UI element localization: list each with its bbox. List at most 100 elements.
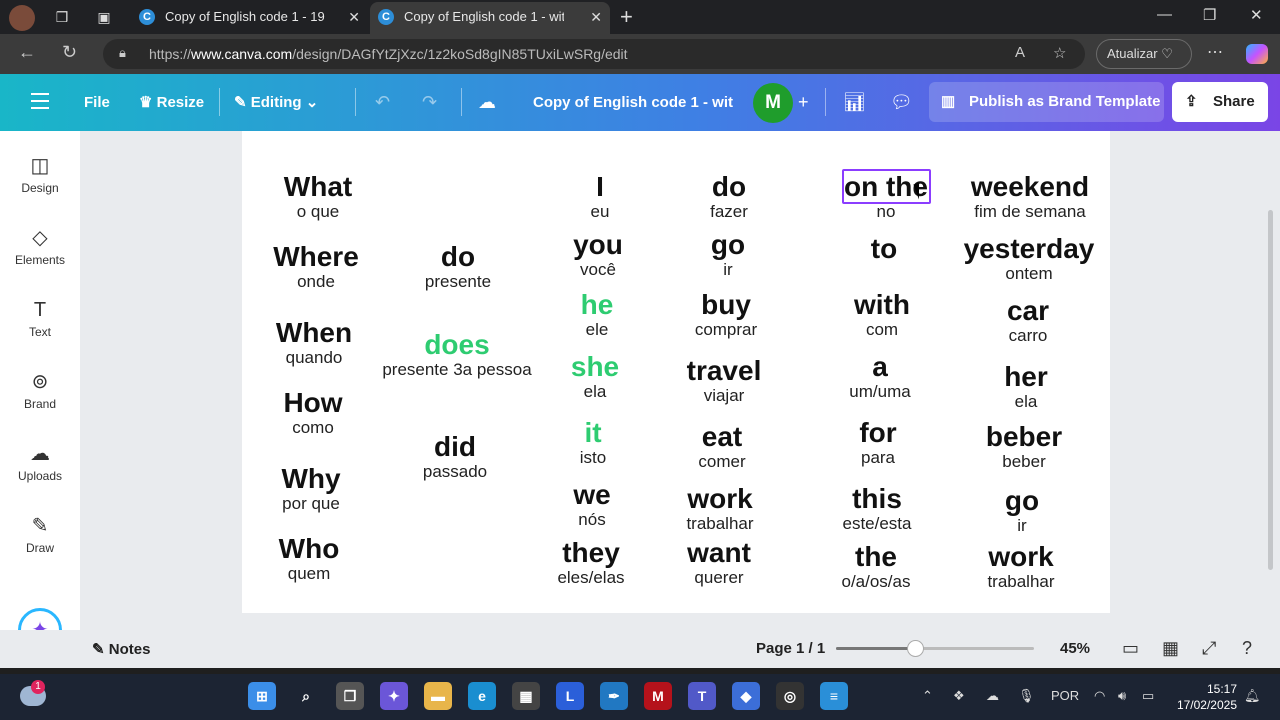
- help-icon[interactable]: ?: [1242, 638, 1252, 659]
- design-text-35[interactable]: go ir: [922, 486, 1122, 536]
- refresh-icon[interactable]: ↻: [62, 42, 77, 63]
- elements-icon: ◇: [32, 227, 48, 249]
- update-browser-button[interactable]: Atualizar ♡: [1096, 39, 1192, 69]
- obs-icon[interactable]: ◎: [776, 682, 804, 710]
- vertical-scrollbar[interactable]: [1268, 210, 1273, 570]
- language-indicator[interactable]: POR: [1051, 688, 1079, 703]
- crown-icon: ♛: [139, 94, 153, 111]
- close-window-icon[interactable]: ✕: [1250, 6, 1263, 24]
- browser-tab-2[interactable]: C Copy of English code 1 - with trar ✕: [370, 2, 610, 34]
- page-indicator[interactable]: Page 1 / 1: [756, 640, 825, 657]
- design-text-31[interactable]: yesterday ontem: [929, 234, 1129, 284]
- sidebar-item-text[interactable]: T Text: [0, 295, 80, 339]
- main-menu-icon[interactable]: [31, 93, 49, 114]
- draw-icon: ✎: [31, 515, 49, 537]
- battery-icon[interactable]: ▭: [1142, 688, 1154, 704]
- portuguese-translation: trabalhar: [987, 572, 1055, 591]
- zoom-level[interactable]: 45%: [1060, 640, 1090, 657]
- volume-icon[interactable]: 🔊︎: [1118, 688, 1126, 704]
- left-sidebar: ◫ Design ◇ Elements T Text ⊚ Brand ☁ Upl…: [0, 131, 80, 668]
- wifi-icon[interactable]: ◠: [1094, 688, 1105, 704]
- file-explorer-icon[interactable]: ▬: [424, 682, 452, 710]
- sidebar-item-design[interactable]: ◫ Design: [0, 151, 80, 195]
- design-text-5[interactable]: Who quem: [209, 534, 409, 584]
- notepad-icon[interactable]: ≡: [820, 682, 848, 710]
- resize-button[interactable]: ♛ Resize: [139, 74, 204, 131]
- search-icon[interactable]: ⌕: [292, 682, 320, 710]
- tray-onedrive-icon[interactable]: ☁: [986, 688, 999, 704]
- notes-button[interactable]: ✎ Notes: [92, 640, 150, 658]
- design-text-32[interactable]: car carro: [928, 296, 1128, 346]
- favorite-star-icon[interactable]: ☆: [1053, 44, 1066, 62]
- portuguese-translation: ela: [1014, 392, 1038, 411]
- start-icon[interactable]: ⊞: [248, 682, 276, 710]
- undo-icon[interactable]: ↶: [375, 74, 390, 131]
- minimize-icon[interactable]: —: [1157, 6, 1172, 23]
- editing-mode-button[interactable]: ✎ Editing ⌄: [234, 74, 318, 131]
- notification-bell-icon[interactable]: 🔔︎: [1244, 688, 1261, 704]
- url-field[interactable]: 🔒︎ https://www.canva.com/design/DAGfYtZj…: [103, 39, 1085, 69]
- tray-expand-icon[interactable]: ⌃: [922, 688, 933, 704]
- copilot-icon[interactable]: [1246, 44, 1268, 64]
- document-title[interactable]: Copy of English code 1 - wit...: [533, 74, 733, 131]
- workspaces-icon[interactable]: ❒: [53, 8, 71, 26]
- browser-tab-1[interactable]: C Copy of English code 1 - 1920 × 1 ✕: [131, 2, 368, 34]
- share-button[interactable]: ⇪ Share: [1172, 82, 1268, 122]
- english-word: beber: [985, 421, 1063, 452]
- tray-app-icon[interactable]: ❖: [953, 688, 965, 704]
- sidebar-item-brand[interactable]: ⊚ Brand: [0, 367, 80, 411]
- add-collaborator-icon[interactable]: +: [798, 74, 809, 131]
- canva-favicon-icon: C: [378, 9, 394, 25]
- mcafee-icon[interactable]: M: [644, 682, 672, 710]
- tab-actions-icon[interactable]: ▣: [95, 8, 113, 26]
- design-text-30[interactable]: weekend fim de semana: [930, 172, 1130, 222]
- sidebar-item-uploads[interactable]: ☁ Uploads: [0, 439, 80, 483]
- new-tab-icon[interactable]: +: [620, 4, 633, 30]
- site-info-icon[interactable]: 🔒︎: [119, 45, 126, 61]
- file-menu-button[interactable]: File: [84, 74, 110, 131]
- publish-brand-template-button[interactable]: ▥ Publish as Brand Template: [929, 82, 1164, 122]
- design-text-36[interactable]: work trabalhar: [921, 542, 1121, 592]
- fullscreen-icon[interactable]: ⤢: [1202, 638, 1216, 659]
- comment-icon[interactable]: 💬︎: [890, 74, 913, 131]
- restore-icon[interactable]: ❐: [1203, 6, 1216, 24]
- cloud-saved-icon[interactable]: ☁: [478, 74, 496, 131]
- pen-app-icon[interactable]: ✒: [600, 682, 628, 710]
- teams-icon[interactable]: T: [688, 682, 716, 710]
- close-tab-icon[interactable]: ✕: [348, 2, 360, 32]
- insights-icon[interactable]: 📊︎: [843, 74, 866, 131]
- back-icon[interactable]: ←: [18, 42, 36, 63]
- more-options-icon[interactable]: ⋯: [1207, 42, 1223, 62]
- template-icon: ▥: [941, 93, 956, 110]
- copilot-app-icon[interactable]: ✦: [380, 682, 408, 710]
- zoom-slider-thumb[interactable]: [907, 640, 925, 657]
- microphone-icon[interactable]: 🎙︎: [1018, 688, 1035, 704]
- notes-icon: ✎: [92, 641, 105, 658]
- url-text: https://www.canva.com/design/DAGfYtZjXzc…: [149, 46, 628, 62]
- address-bar: ← ↻ 🔒︎ https://www.canva.com/design/DAGf…: [0, 34, 1280, 74]
- close-tab-icon[interactable]: ✕: [590, 2, 602, 32]
- read-aloud-icon[interactable]: A: [1015, 44, 1025, 61]
- design-text-34[interactable]: beber beber: [924, 422, 1124, 472]
- redo-icon[interactable]: ↷: [422, 74, 437, 131]
- divider: [219, 88, 220, 116]
- zoom-slider[interactable]: [836, 640, 1034, 657]
- grid-view-icon[interactable]: ▦: [1162, 638, 1179, 659]
- text-icon: T: [33, 299, 47, 321]
- sidebar-item-draw[interactable]: ✎ Draw: [0, 511, 80, 555]
- task-view-icon[interactable]: ❐: [336, 682, 364, 710]
- design-text-0[interactable]: What o que: [218, 172, 418, 222]
- profile-avatar[interactable]: [9, 5, 35, 31]
- english-word: work: [988, 541, 1054, 572]
- system-clock[interactable]: 15:17 17/02/2025: [1173, 681, 1237, 713]
- edge-browser-icon[interactable]: e: [468, 682, 496, 710]
- m365-icon[interactable]: ◆: [732, 682, 760, 710]
- design-text-33[interactable]: her ela: [926, 362, 1126, 412]
- pages-view-icon[interactable]: ▭: [1122, 638, 1139, 659]
- sidebar-item-elements[interactable]: ◇ Elements: [0, 223, 80, 267]
- divider: [461, 88, 462, 116]
- store-icon[interactable]: ▦: [512, 682, 540, 710]
- design-text-3[interactable]: How como: [213, 388, 413, 438]
- user-avatar[interactable]: M: [753, 83, 793, 123]
- lexicon-app-icon[interactable]: L: [556, 682, 584, 710]
